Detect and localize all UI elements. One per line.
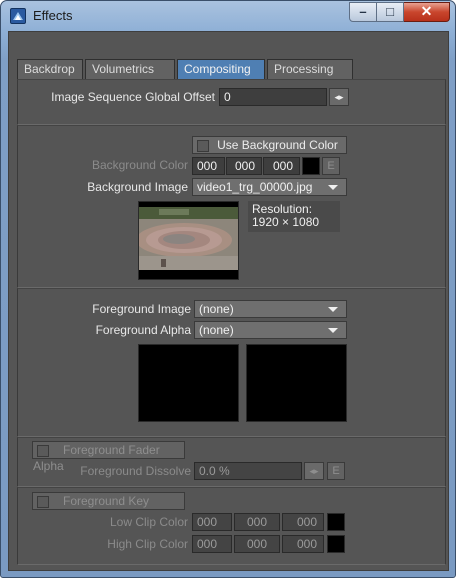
tab-label: Processing bbox=[274, 62, 334, 76]
foreground-alpha-dropdown[interactable]: (none) bbox=[194, 321, 347, 339]
effects-window: Effects – □ ✕ Backdrop Volumetrics Compo… bbox=[0, 0, 456, 578]
chevron-down-icon bbox=[328, 328, 338, 333]
high-clip-r-field[interactable]: 000 bbox=[192, 535, 232, 553]
title-bar[interactable]: Effects – □ ✕ bbox=[1, 1, 455, 31]
foreground-image-label: Foreground Image bbox=[92, 302, 191, 316]
maximize-button[interactable]: □ bbox=[377, 2, 404, 22]
tab-processing[interactable]: Processing bbox=[267, 59, 353, 79]
tab-backdrop[interactable]: Backdrop bbox=[17, 59, 83, 79]
low-clip-b-field[interactable]: 000 bbox=[282, 513, 324, 531]
foreground-alpha-label: Foreground Alpha bbox=[95, 323, 191, 337]
chevron-down-icon bbox=[328, 185, 338, 190]
foreground-key-checkbox[interactable] bbox=[37, 496, 49, 508]
low-clip-color-label: Low Clip Color bbox=[109, 515, 188, 529]
high-clip-color-swatch[interactable] bbox=[327, 535, 345, 553]
tab-label: Compositing bbox=[184, 62, 251, 76]
use-background-color-button[interactable]: Use Background Color bbox=[192, 136, 347, 154]
minimize-button[interactable]: – bbox=[349, 2, 377, 22]
fader-alpha-checkbox[interactable] bbox=[37, 445, 49, 457]
foreground-image-value: (none) bbox=[199, 302, 234, 316]
tab-label: Backdrop bbox=[24, 62, 75, 76]
high-clip-b-field[interactable]: 000 bbox=[282, 535, 324, 553]
foreground-dissolve-label: Foreground Dissolve bbox=[80, 464, 191, 478]
background-image-label: Background Image bbox=[87, 180, 188, 194]
background-panel: Use Background Color Background Color 00… bbox=[17, 125, 446, 288]
background-image-dropdown[interactable]: video1_trg_00000.jpg bbox=[192, 178, 347, 196]
foreground-panel: Foreground Image (none) Foreground Alpha… bbox=[17, 288, 446, 437]
tab-volumetrics[interactable]: Volumetrics bbox=[85, 59, 175, 79]
foreground-key-button[interactable]: Foreground Key bbox=[32, 492, 185, 510]
foreground-dissolve-input[interactable]: 0.0 % bbox=[194, 462, 302, 480]
chevron-down-icon bbox=[328, 307, 338, 312]
fader-panel: Foreground Fader Alpha Foreground Dissol… bbox=[17, 437, 446, 487]
bg-color-swatch[interactable] bbox=[302, 157, 320, 175]
lightwave-app-icon bbox=[10, 8, 26, 24]
high-clip-g-field[interactable]: 000 bbox=[234, 535, 280, 553]
bg-color-g-field[interactable]: 000 bbox=[226, 157, 262, 175]
low-clip-r-field[interactable]: 000 bbox=[192, 513, 232, 531]
bg-color-b-field[interactable]: 000 bbox=[263, 157, 300, 175]
tab-compositing[interactable]: Compositing bbox=[177, 59, 265, 79]
window-title: Effects bbox=[33, 8, 73, 23]
low-clip-g-field[interactable]: 000 bbox=[234, 513, 280, 531]
high-clip-color-label: High Clip Color bbox=[107, 537, 188, 551]
foreground-image-preview bbox=[138, 344, 239, 422]
bg-color-r-field[interactable]: 000 bbox=[192, 157, 225, 175]
dissolve-envelope-button[interactable]: E bbox=[327, 462, 345, 480]
resolution-value: 1920 × 1080 bbox=[252, 215, 320, 229]
caption-buttons: – □ ✕ bbox=[349, 2, 450, 22]
offset-input[interactable]: 0 bbox=[219, 88, 327, 106]
close-icon: ✕ bbox=[420, 3, 433, 19]
background-thumbnail bbox=[136, 202, 238, 279]
use-bg-color-checkbox[interactable] bbox=[197, 140, 209, 152]
use-bg-color-label: Use Background Color bbox=[217, 138, 338, 152]
background-image-preview bbox=[136, 201, 239, 280]
key-panel: Foreground Key Low Clip Color 000 000 00… bbox=[17, 487, 446, 565]
foreground-alpha-preview bbox=[246, 344, 347, 422]
foreground-fader-alpha-button[interactable]: Foreground Fader Alpha bbox=[32, 441, 185, 473]
resolution-readout: Resolution: 1920 × 1080 bbox=[248, 201, 340, 232]
offset-spin-icon[interactable]: ◂▸ bbox=[329, 88, 349, 106]
bg-color-envelope-button[interactable]: E bbox=[322, 157, 340, 175]
background-color-label: Background Color bbox=[91, 158, 188, 172]
foreground-key-label: Foreground Key bbox=[63, 494, 150, 508]
offset-label: Image Sequence Global Offset bbox=[51, 90, 215, 104]
offset-panel: Image Sequence Global Offset 0 ◂▸ bbox=[17, 79, 446, 125]
low-clip-color-swatch[interactable] bbox=[327, 513, 345, 531]
close-button[interactable]: ✕ bbox=[404, 2, 450, 22]
dissolve-spin-icon[interactable]: ◂▸ bbox=[304, 462, 324, 480]
maximize-icon: □ bbox=[386, 4, 394, 19]
tab-label: Volumetrics bbox=[92, 62, 155, 76]
minimize-icon: – bbox=[359, 4, 367, 19]
foreground-alpha-value: (none) bbox=[199, 323, 234, 337]
client-area: Backdrop Volumetrics Compositing Process… bbox=[8, 31, 449, 571]
background-image-value: video1_trg_00000.jpg bbox=[197, 180, 313, 194]
foreground-image-dropdown[interactable]: (none) bbox=[194, 300, 347, 318]
